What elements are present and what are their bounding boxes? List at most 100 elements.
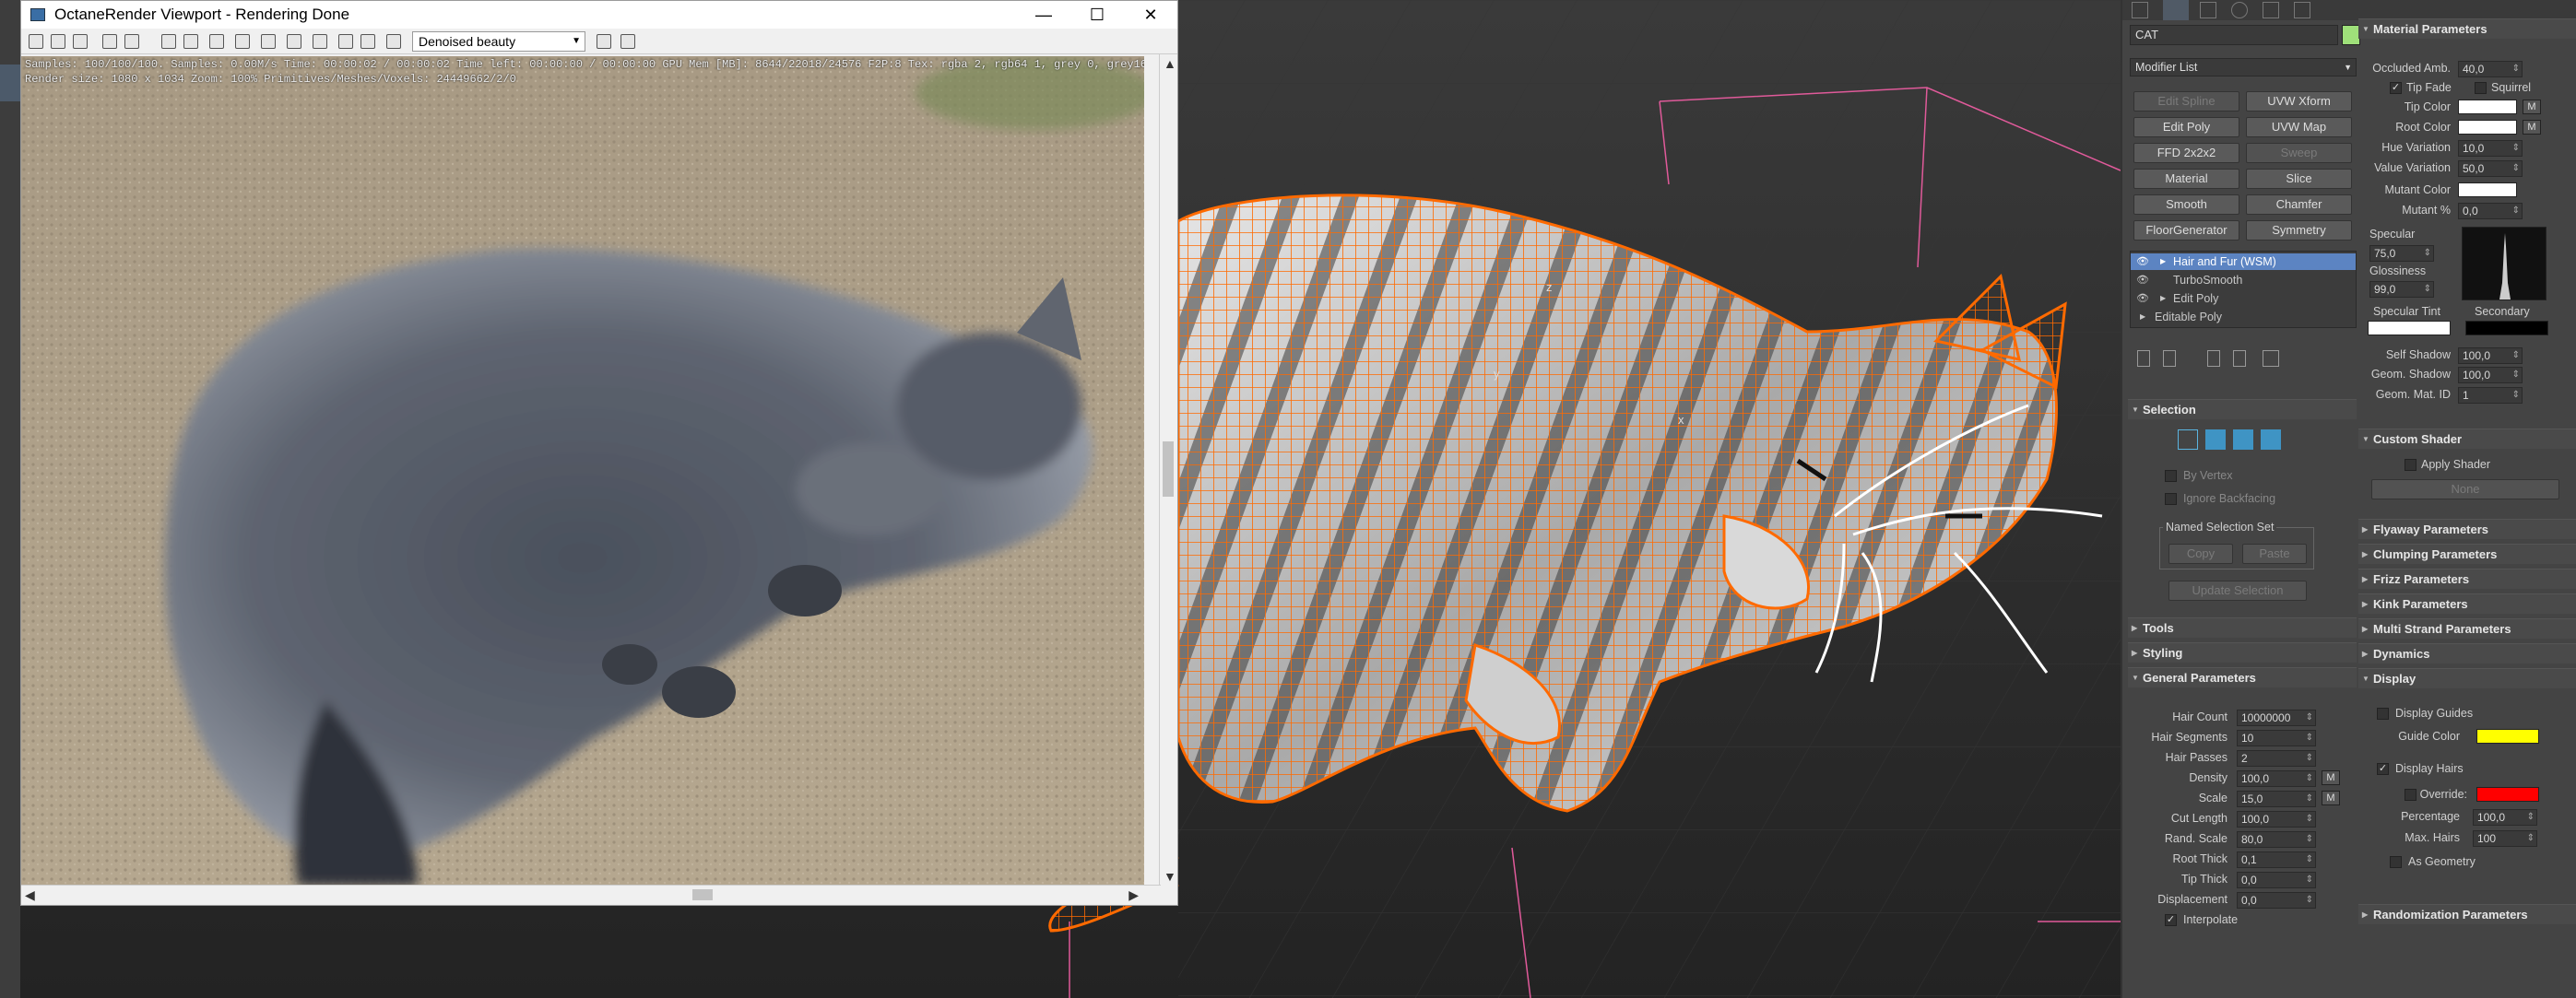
general-param-spinner[interactable]: 2	[2237, 750, 2316, 767]
eye-icon[interactable]: 👁	[2136, 253, 2149, 270]
eye-icon[interactable]: 👁	[2136, 290, 2149, 307]
restart-icon[interactable]	[124, 34, 139, 49]
expand-icon[interactable]: ▶	[2140, 309, 2145, 325]
rollout-display[interactable]: Display	[2358, 668, 2576, 689]
window-titlebar[interactable]: OctaneRender Viewport - Rendering Done —…	[21, 1, 1177, 29]
expand-icon[interactable]: ▶	[2160, 253, 2166, 270]
scroll-thumb[interactable]	[1163, 441, 1174, 497]
region-render-icon[interactable]	[209, 34, 224, 49]
rollout-kink[interactable]: Kink Parameters	[2358, 593, 2576, 615]
create-tab-icon[interactable]	[2132, 2, 2148, 18]
geom-shadow-spinner[interactable]: 100,0	[2458, 367, 2523, 383]
stack-item-hair-and-fur[interactable]: 👁 ▶ Hair and Fur (WSM)	[2131, 253, 2356, 270]
general-param-spinner[interactable]: 80,0	[2237, 831, 2316, 848]
rollout-clumping[interactable]: Clumping Parameters	[2358, 544, 2576, 565]
tip-fade-checkbox[interactable]: ✓	[2390, 82, 2402, 94]
minimize-button[interactable]: —	[1017, 1, 1070, 29]
symmetry-button[interactable]: Symmetry	[2246, 220, 2352, 241]
ffd-button[interactable]: FFD 2x2x2	[2133, 143, 2239, 163]
root-color-map-button[interactable]: M	[2523, 120, 2541, 135]
update-selection-button[interactable]: Update Selection	[2168, 581, 2307, 601]
octane-viewport-window[interactable]: OctaneRender Viewport - Rendering Done —…	[20, 0, 1178, 906]
uvw-map-button[interactable]: UVW Map	[2246, 117, 2352, 137]
guide-color-swatch[interactable]	[2476, 729, 2539, 744]
make-unique-icon[interactable]	[2207, 350, 2220, 367]
copy-button[interactable]: Copy	[2168, 544, 2233, 564]
rollout-tools[interactable]: Tools	[2128, 617, 2357, 639]
close-button[interactable]: ✕	[1124, 1, 1177, 29]
general-param-map-button[interactable]: M	[2322, 770, 2340, 785]
modifier-list-dropdown[interactable]: Modifier List ▼	[2130, 58, 2357, 76]
by-vertex-checkbox[interactable]	[2165, 470, 2177, 482]
motion-tab-icon[interactable]	[2231, 2, 2248, 18]
stack-item-editable-poly[interactable]: ▶ Editable Poly	[2131, 309, 2356, 325]
expand-icon[interactable]: ▶	[2160, 290, 2166, 307]
occluded-amb-spinner[interactable]: 40,0	[2458, 61, 2523, 77]
rollout-custom-shader[interactable]: Custom Shader	[2358, 429, 2576, 450]
pause-icon[interactable]	[161, 34, 176, 49]
material-picker-icon[interactable]	[261, 34, 276, 49]
interpolate-checkbox[interactable]: ✓	[2165, 914, 2177, 926]
general-param-spinner[interactable]: 100,0	[2237, 770, 2316, 787]
general-param-map-button[interactable]: M	[2322, 791, 2340, 805]
camera-icon[interactable]	[287, 34, 301, 49]
uvw-xform-button[interactable]: UVW Xform	[2246, 91, 2352, 112]
settings-gear-icon[interactable]	[386, 34, 401, 49]
hue-variation-spinner[interactable]: 10,0	[2458, 140, 2523, 157]
material-button[interactable]: Material	[2133, 169, 2239, 189]
max-hairs-spinner[interactable]: 100	[2473, 830, 2537, 847]
edit-spline-button[interactable]: Edit Spline	[2133, 91, 2239, 112]
specular-spinner[interactable]: 75,0	[2369, 245, 2434, 262]
squirrel-checkbox[interactable]	[2475, 82, 2487, 94]
scroll-left-icon[interactable]: ◀	[25, 887, 35, 903]
secondary-swatch[interactable]	[2465, 321, 2548, 335]
hscroll-thumb[interactable]	[692, 889, 713, 900]
mutant-pct-spinner[interactable]: 0,0	[2458, 203, 2523, 219]
rollout-randomization[interactable]: Randomization Parameters	[2358, 904, 2576, 925]
show-end-result-icon[interactable]	[2163, 350, 2176, 367]
root-color-swatch[interactable]	[2458, 120, 2517, 135]
rollout-dynamics[interactable]: Dynamics	[2358, 643, 2576, 664]
render-pass-dropdown[interactable]: Denoised beauty ▼	[412, 31, 585, 52]
stack-item-edit-poly[interactable]: 👁 ▶ Edit Poly	[2131, 290, 2356, 307]
maximize-button[interactable]: ☐	[1070, 1, 1124, 29]
scroll-right-icon[interactable]: ▶	[1128, 887, 1139, 903]
tip-color-swatch[interactable]	[2458, 100, 2517, 114]
override-color-swatch[interactable]	[2476, 787, 2539, 802]
object-color-swatch[interactable]	[2342, 25, 2360, 45]
clay-mode-icon[interactable]	[313, 34, 327, 49]
rollout-material-parameters[interactable]: Material Parameters	[2358, 18, 2576, 40]
rollout-multi-strand[interactable]: Multi Strand Parameters	[2358, 618, 2576, 640]
specular-tint-swatch[interactable]	[2368, 321, 2451, 335]
configure-sets-icon[interactable]	[2263, 350, 2279, 367]
tip-color-map-button[interactable]: M	[2523, 100, 2541, 114]
refresh-icon[interactable]	[102, 34, 117, 49]
geom-mat-id-spinner[interactable]: 1	[2458, 387, 2523, 404]
hair-select-icon[interactable]	[2261, 429, 2281, 450]
mutant-color-swatch[interactable]	[2458, 182, 2517, 197]
ignore-backfacing-checkbox[interactable]	[2165, 493, 2177, 505]
display-tab-icon[interactable]	[2263, 2, 2279, 18]
as-geometry-checkbox[interactable]	[2390, 856, 2402, 868]
save-all-icon[interactable]	[51, 34, 65, 49]
guide-select-icon[interactable]	[2178, 429, 2198, 450]
general-param-spinner[interactable]: 0,0	[2237, 872, 2316, 888]
tip-select-icon[interactable]	[2233, 429, 2253, 450]
modify-tab-icon[interactable]	[2163, 0, 2189, 20]
shader-none-button[interactable]: None	[2371, 479, 2559, 499]
eye-icon[interactable]: 👁	[2136, 272, 2149, 288]
slice-button[interactable]: Slice	[2246, 169, 2352, 189]
scroll-up-icon[interactable]: ▲	[1164, 56, 1176, 71]
display-hairs-checkbox[interactable]: ✓	[2377, 763, 2389, 775]
value-variation-spinner[interactable]: 50,0	[2458, 160, 2523, 177]
save-render-icon[interactable]	[29, 34, 43, 49]
rollout-general-parameters[interactable]: General Parameters	[2128, 667, 2357, 688]
smooth-button[interactable]: Smooth	[2133, 194, 2239, 215]
floorgenerator-button[interactable]: FloorGenerator	[2133, 220, 2239, 241]
apply-shader-checkbox[interactable]	[2405, 459, 2416, 471]
copy-icon[interactable]	[73, 34, 88, 49]
chamfer-button[interactable]: Chamfer	[2246, 194, 2352, 215]
object-name-field[interactable]: CAT	[2130, 25, 2338, 45]
self-shadow-spinner[interactable]: 100,0	[2458, 347, 2523, 364]
pin-stack-icon[interactable]	[2137, 350, 2150, 367]
